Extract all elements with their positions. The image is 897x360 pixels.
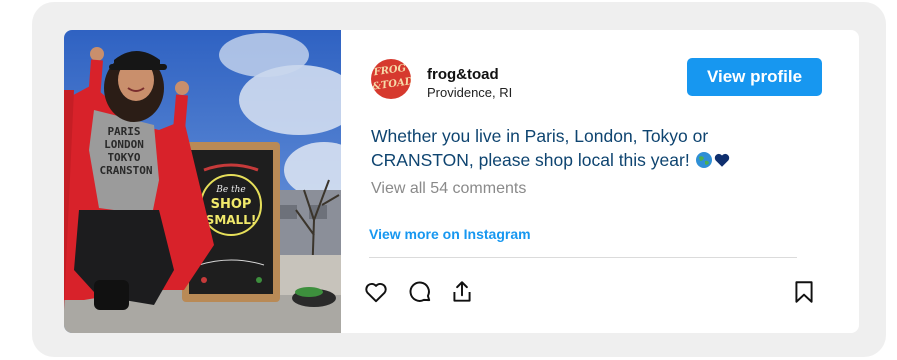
heart-emoji-icon [713, 151, 731, 175]
caption: Whether you live in Paris, London, Tokyo… [371, 124, 801, 175]
username[interactable]: frog&toad [427, 66, 499, 83]
instagram-embed-card: Be the SHOP SMALL! PARIS LONDON TOKYO CR… [64, 30, 859, 333]
board-line2: SHOP [211, 197, 252, 212]
post-photo[interactable]: Be the SHOP SMALL! PARIS LONDON TOKYO CR… [64, 30, 341, 333]
divider [369, 257, 797, 258]
shirt-line4: CRANSTON [100, 164, 153, 177]
caption-text: Whether you live in Paris, London, Tokyo… [371, 126, 709, 170]
post-photo-illustration: Be the SHOP SMALL! PARIS LONDON TOKYO CR… [64, 30, 341, 333]
shirt-line3: TOKYO [107, 151, 140, 164]
view-profile-button[interactable]: View profile [687, 58, 822, 96]
board-line1: Be the [215, 185, 246, 195]
share-icon[interactable] [449, 279, 475, 305]
shirt-line2: LONDON [104, 138, 144, 151]
board-line3: SMALL! [206, 213, 257, 227]
avatar[interactable]: FROG &TOAD [371, 59, 411, 99]
shirt-line1: PARIS [107, 125, 140, 138]
globe-emoji-icon [695, 151, 713, 175]
bookmark-icon[interactable] [791, 279, 817, 305]
view-more-on-instagram-link[interactable]: View more on Instagram [369, 226, 531, 242]
view-all-comments-link[interactable]: View all 54 comments [371, 180, 526, 198]
heart-icon[interactable] [363, 279, 389, 305]
location[interactable]: Providence, RI [427, 85, 512, 100]
post-content: FROG &TOAD frog&toad Providence, RI View… [341, 30, 859, 333]
comment-icon[interactable] [407, 279, 433, 305]
avatar-logo-text: FROG &TOAD [371, 61, 411, 94]
